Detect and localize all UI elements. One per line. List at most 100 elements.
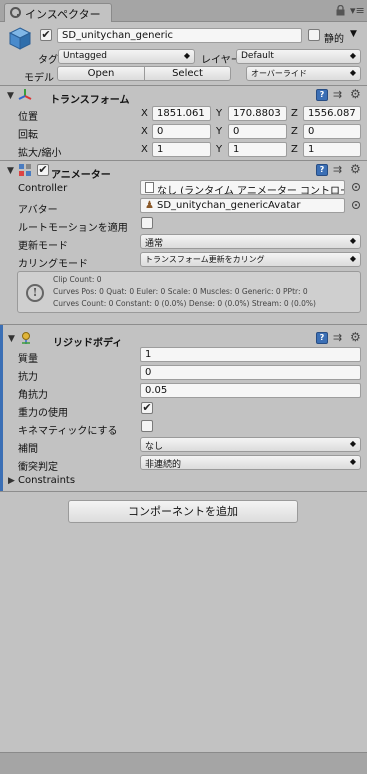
culling-mode-label: カリングモード	[18, 259, 88, 270]
scale-z-axis-label[interactable]: Z	[291, 144, 298, 155]
static-checkbox[interactable]	[308, 29, 320, 41]
chevron-down-icon: ◆	[349, 236, 356, 245]
gear-icon[interactable]: ⚙	[350, 331, 361, 343]
layer-dropdown[interactable]: Default ◆	[236, 49, 361, 64]
chevron-down-icon: ◆	[183, 51, 190, 60]
rotation-z-axis-label[interactable]: Z	[291, 126, 298, 137]
chevron-down-icon: ◆	[349, 457, 356, 466]
gear-icon[interactable]: ⚙	[350, 88, 361, 100]
scale-y-axis-label[interactable]: Y	[216, 144, 222, 155]
rotation-label: 回転	[18, 130, 38, 141]
gameobject-active-checkbox[interactable]: ✔	[40, 29, 52, 41]
document-icon	[145, 182, 154, 193]
drag-field[interactable]: 0	[140, 365, 361, 380]
rigidbody-foldout-arrow-icon[interactable]: ▼	[8, 334, 15, 344]
scale-x-field[interactable]: 1	[152, 142, 211, 157]
constraints-label[interactable]: Constraints	[18, 475, 75, 486]
use-gravity-label: 重力の使用	[18, 408, 68, 419]
model-select-button[interactable]: Select	[145, 66, 231, 81]
tag-label: タグ	[38, 55, 58, 66]
animator-title: アニメーター	[51, 170, 111, 181]
interpolate-value: なし	[145, 442, 164, 452]
rotation-y-axis-label[interactable]: Y	[216, 126, 222, 137]
gameobject-cube-icon	[8, 27, 32, 50]
add-component-button[interactable]: コンポーネントを追加	[68, 500, 298, 523]
position-x-axis-label[interactable]: X	[141, 108, 148, 119]
inspector-tab[interactable]: インスペクター	[4, 3, 112, 22]
collision-detection-dropdown[interactable]: 非連続的 ◆	[140, 455, 361, 470]
tag-dropdown[interactable]: Untagged ◆	[58, 49, 195, 64]
info-clip-count: Clip Count: 0	[53, 275, 102, 284]
collision-detection-label: 衝突判定	[18, 462, 58, 473]
lock-icon[interactable]	[336, 5, 345, 16]
is-kinematic-label: キネマティックにする	[18, 426, 118, 437]
help-book-icon[interactable]: ?	[316, 332, 328, 344]
position-z-axis-label[interactable]: Z	[291, 108, 298, 119]
culling-mode-value: トランスフォーム更新をカリング	[145, 255, 265, 264]
position-label: 位置	[18, 112, 38, 123]
interpolate-dropdown[interactable]: なし ◆	[140, 437, 361, 452]
avatar-icon: ♟	[145, 200, 154, 211]
model-open-button[interactable]: Open	[57, 66, 145, 81]
object-picker-icon[interactable]	[352, 183, 360, 191]
avatar-field[interactable]: ♟ SD_unitychan_genericAvatar	[140, 198, 345, 213]
scale-z-field[interactable]: 1	[303, 142, 361, 157]
mass-field[interactable]: 1	[140, 347, 361, 362]
root-motion-label: ルートモーションを適用	[18, 223, 128, 234]
overrides-dropdown[interactable]: オーバーライド ◆	[246, 66, 361, 81]
position-x-field[interactable]: 1851.061	[152, 106, 211, 121]
controller-label: Controller	[18, 183, 68, 194]
controller-value: なし (ランタイム アニメーター コントローラー)	[157, 186, 344, 195]
rotation-x-axis-label[interactable]: X	[141, 126, 148, 137]
update-mode-label: 更新モード	[18, 241, 68, 252]
transform-title: トランスフォーム	[50, 95, 130, 106]
position-z-field[interactable]: 1556.087	[303, 106, 361, 121]
gameobject-name-field[interactable]: SD_unitychan_generic	[57, 28, 302, 43]
rotation-z-field[interactable]: 0	[303, 124, 361, 139]
animator-icon	[19, 164, 31, 176]
chevron-down-icon: ◆	[349, 439, 356, 448]
preset-icon[interactable]: ⇉	[333, 89, 345, 101]
culling-mode-dropdown[interactable]: トランスフォーム更新をカリング ◆	[140, 252, 361, 267]
static-label: 静的	[324, 34, 344, 45]
static-dropdown-arrow-icon[interactable]: ▼	[350, 29, 357, 39]
gear-icon[interactable]: ⚙	[350, 163, 361, 175]
root-motion-checkbox[interactable]	[141, 217, 153, 229]
position-y-axis-label[interactable]: Y	[216, 108, 222, 119]
animator-foldout-arrow-icon[interactable]: ▼	[7, 166, 14, 176]
separator	[0, 85, 367, 86]
preset-icon[interactable]: ⇉	[333, 164, 345, 176]
chevron-down-icon: ◆	[349, 254, 356, 263]
mass-label: 質量	[18, 354, 38, 365]
update-mode-dropdown[interactable]: 通常 ◆	[140, 234, 361, 249]
angular-drag-field[interactable]: 0.05	[140, 383, 361, 398]
scale-x-axis-label[interactable]: X	[141, 144, 148, 155]
scale-label: 拡大/縮小	[18, 148, 62, 159]
rotation-x-field[interactable]: 0	[152, 124, 211, 139]
scale-y-field[interactable]: 1	[228, 142, 287, 157]
rigidbody-title: リジッドボディ	[53, 338, 123, 349]
constraints-foldout-arrow-icon[interactable]: ▶	[8, 476, 15, 486]
controller-field[interactable]: なし (ランタイム アニメーター コントローラー)	[140, 180, 345, 195]
interpolate-label: 補間	[18, 444, 38, 455]
transform-axes-icon	[18, 89, 32, 100]
info-icon: !	[26, 284, 44, 302]
animator-enabled-checkbox[interactable]: ✔	[37, 164, 49, 176]
drag-label: 抗力	[18, 372, 38, 383]
inspector-icon	[10, 7, 21, 18]
object-picker-icon[interactable]	[352, 201, 360, 209]
bottom-bar	[0, 752, 367, 774]
help-book-icon[interactable]: ?	[316, 89, 328, 101]
is-kinematic-checkbox[interactable]	[141, 420, 153, 432]
help-book-icon[interactable]: ?	[316, 164, 328, 176]
transform-foldout-arrow-icon[interactable]: ▼	[7, 91, 14, 101]
info-help-box: ! Clip Count: 0 Curves Pos: 0 Quat: 0 Eu…	[17, 271, 361, 313]
layer-value: Default	[241, 51, 274, 61]
tab-menu-icon[interactable]: ▾≡	[350, 4, 365, 17]
use-gravity-checkbox[interactable]: ✔	[141, 402, 153, 414]
position-y-field[interactable]: 170.8803	[228, 106, 287, 121]
separator	[0, 324, 367, 325]
avatar-label: アバター	[18, 205, 58, 216]
rotation-y-field[interactable]: 0	[228, 124, 287, 139]
preset-icon[interactable]: ⇉	[333, 332, 345, 344]
